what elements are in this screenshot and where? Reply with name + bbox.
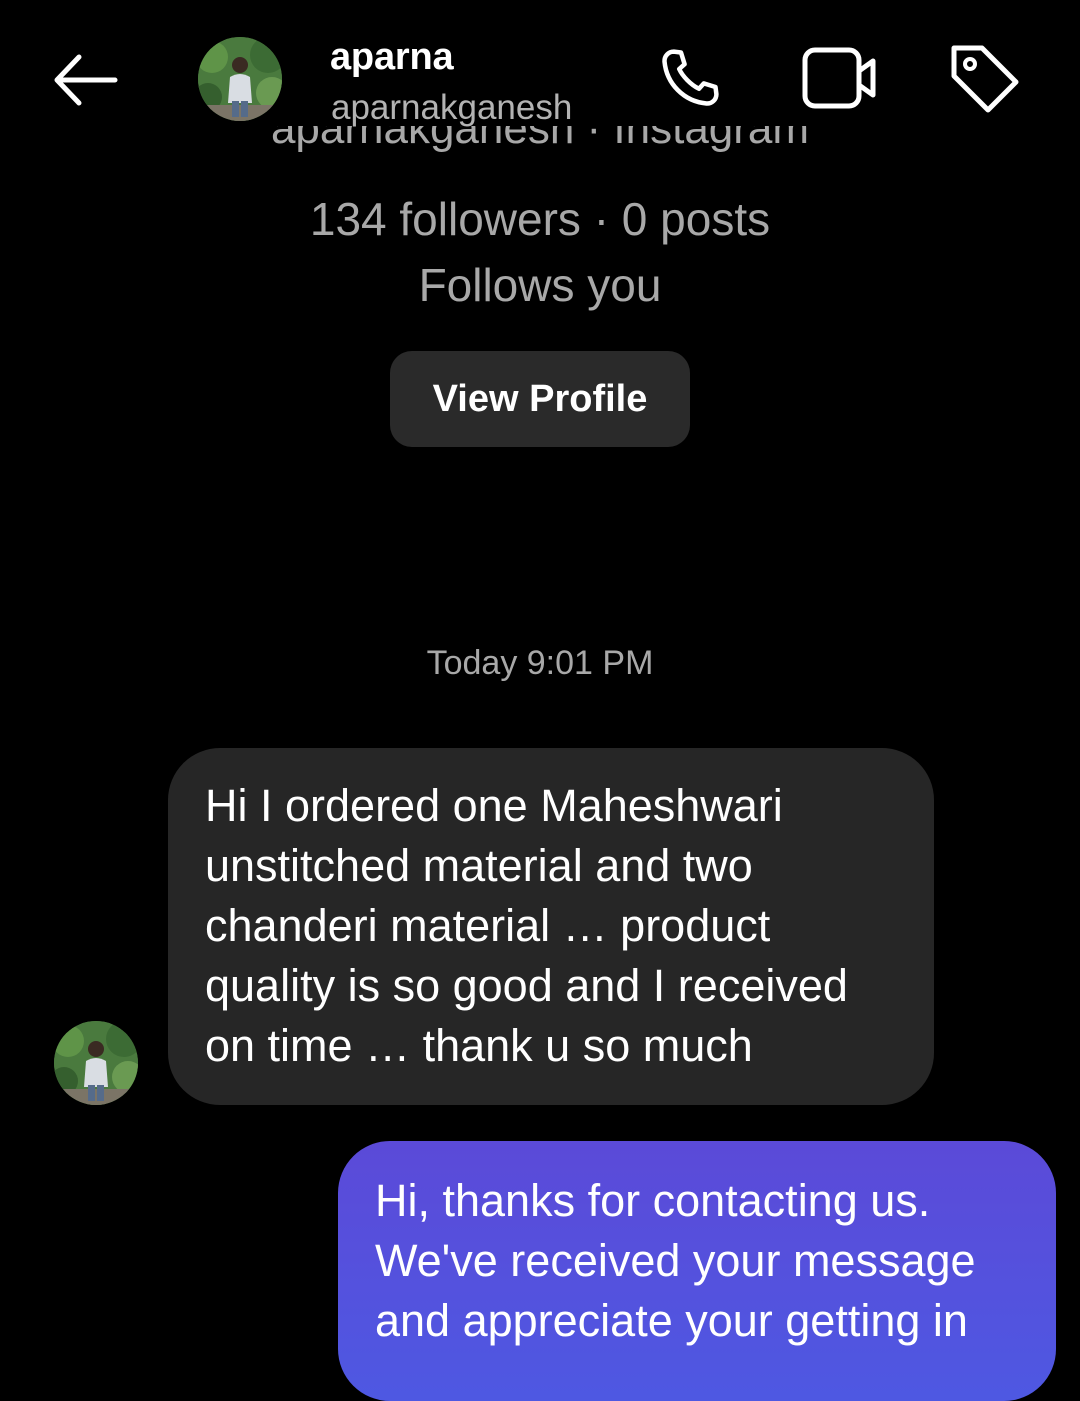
message-line: chanderi material … product xyxy=(205,900,771,951)
avatar[interactable] xyxy=(198,37,282,121)
audio-call-button[interactable] xyxy=(650,40,730,120)
phone-icon xyxy=(654,42,726,119)
outgoing-message-bubble[interactable]: Hi, thanks for contacting us. We've rece… xyxy=(338,1141,1056,1401)
follows-you-label: Follows you xyxy=(418,259,662,311)
arrow-left-icon xyxy=(49,52,119,113)
chat-title[interactable]: aparna xyxy=(330,36,454,79)
message-line: and appreciate your getting in xyxy=(375,1295,968,1346)
label-button[interactable] xyxy=(944,40,1024,120)
message-timestamp: Today 9:01 PM xyxy=(426,644,654,682)
tag-icon xyxy=(946,40,1022,121)
message-line: Hi I ordered one Maheshwari xyxy=(205,780,783,831)
message-line: Hi, thanks for contacting us. xyxy=(375,1175,931,1226)
video-camera-icon xyxy=(801,45,879,116)
profile-subtitle: aparnakganesh · Instagram xyxy=(270,126,810,153)
message-line: We've received your message xyxy=(375,1235,976,1286)
message-line: on time … thank u so much xyxy=(205,1020,753,1071)
message-line: quality is so good and I received xyxy=(205,960,848,1011)
message-line: unstitched material and two xyxy=(205,840,753,891)
sender-avatar[interactable] xyxy=(54,1021,138,1105)
profile-stats: 134 followers · 0 posts xyxy=(309,193,771,245)
chat-username[interactable]: aparnakganesh xyxy=(331,88,572,128)
video-call-button[interactable] xyxy=(800,40,880,120)
profile-subtitle-clipped: aparnakganesh · Instagram xyxy=(0,126,1080,174)
incoming-message-bubble[interactable]: Hi I ordered one Maheshwari unstitched m… xyxy=(168,748,934,1105)
view-profile-button[interactable]: View Profile xyxy=(390,351,690,447)
back-button[interactable] xyxy=(40,44,128,120)
